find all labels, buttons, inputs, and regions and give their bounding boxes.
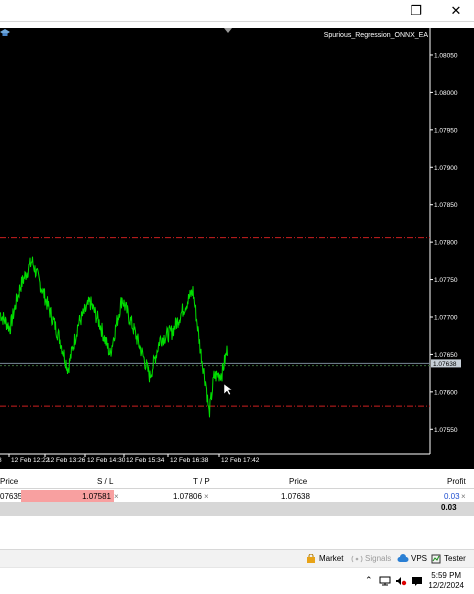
price-tick-label: 1.07900 [434,165,458,172]
vps-tab[interactable]: VPS [397,553,427,565]
chart-canvas: 1.08050 1.08000 1.07950 1.07900 1.07850 1.078… [0,28,461,464]
price-tick-label: 1.07700 [434,314,458,321]
time-tick-label: 12 Feb 14:30 [87,457,126,464]
tester-label: Tester [444,554,466,563]
total-profit-value: 0.03 [441,503,457,512]
header-divider [0,488,474,489]
chart-shift-marker[interactable] [224,28,232,33]
network-icon[interactable] [379,576,391,586]
time-label-partial: 8 [0,457,2,464]
restore-window-icon[interactable]: ❐ [398,0,434,22]
window-title-bar: ❐ ✕ [0,0,474,22]
windows-taskbar: ⌃ 5:59 PM 12/2/2024 [0,567,474,594]
price-tick-label: 1.07600 [434,389,458,396]
price-tick-label: 1.07650 [434,352,458,359]
close-window-icon[interactable]: ✕ [438,0,474,22]
signals-label: Signals [365,554,392,563]
header-price-current[interactable]: Price [289,476,307,488]
time-tick-label: 12 Feb 16:38 [170,457,209,464]
clock-time: 5:59 PM [431,571,462,580]
price-chart[interactable]: 1.08050 1.08000 1.07950 1.07900 1.07850 1.078… [0,28,474,469]
vps-cloud-icon [397,554,409,562]
price-tick-label: 1.08050 [434,52,458,59]
volume-muted-icon[interactable] [395,576,407,586]
market-bag-icon [307,554,315,563]
notifications-icon[interactable] [411,576,423,587]
time-tick-label: 12 Feb 17:42 [221,457,260,464]
current-price-tag-label: 1.07638 [433,361,457,368]
price-tick-label: 1.07950 [434,127,458,134]
price-line [0,256,228,418]
price-tick-label: 1.07550 [434,427,458,434]
expert-advisor-label[interactable]: Spurious_Regression_ONNX_EA [324,32,428,39]
time-tick-label: 12 Feb 12:22 [11,457,50,464]
expert-advisor-hat-icon[interactable] [0,28,10,38]
tester-tab[interactable]: Tester [431,553,466,565]
price-tick-label: 1.07750 [434,277,458,284]
time-tick-label: 12 Feb 15:34 [126,457,165,464]
price-tick-label: 1.08000 [434,90,458,97]
header-sl[interactable]: S / L [97,476,113,488]
clock-date: 12/2/2024 [428,581,464,590]
time-tick-label: 12 Feb 13:26 [47,457,86,464]
bottom-toolbar: Market Signals VPS Tester [0,549,474,567]
price-tick-label: 1.07850 [434,202,458,209]
header-tp[interactable]: T / P [193,476,210,488]
market-tab[interactable]: Market [306,553,343,565]
taskbar-clock[interactable]: 5:59 PM 12/2/2024 [428,571,464,591]
tester-icon [431,554,441,564]
price-tick-label: 1.07800 [434,240,458,247]
header-price-open[interactable]: Price [0,476,18,488]
total-row: 0.03 [0,502,474,516]
cursor-arrow-icon [223,383,233,396]
show-hidden-icons-chevron-icon[interactable]: ⌃ [365,576,373,586]
signals-tab[interactable]: Signals [351,553,391,565]
signals-icon [351,555,363,563]
vps-label: VPS [411,554,428,563]
market-label: Market [319,554,344,563]
header-profit[interactable]: Profit [447,476,466,488]
